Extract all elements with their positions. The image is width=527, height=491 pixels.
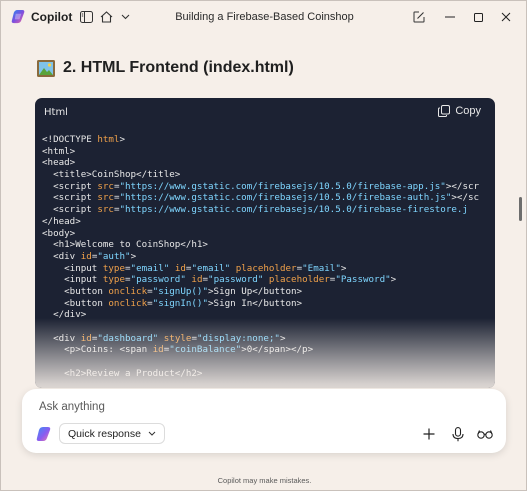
code-token: "https://www.gstatic.com/firebasejs/10.5… [119, 180, 446, 192]
code-line: <div id="auth"> [42, 251, 490, 263]
code-token: <html> [42, 145, 76, 157]
code-token: "password" [130, 274, 186, 286]
heading-text: 2. HTML Frontend (index.html) [63, 59, 294, 76]
section-heading: 2. HTML Frontend (index.html) [37, 59, 294, 77]
close-icon[interactable] [498, 9, 514, 25]
code-token: id [80, 250, 92, 262]
copilot-orb-icon [36, 427, 51, 441]
framed-picture-icon [37, 59, 55, 77]
code-token: > [390, 274, 397, 286]
code-token: > [119, 134, 126, 145]
code-token: id [191, 274, 203, 286]
code-token: src [97, 180, 114, 192]
code-line: <html> [42, 146, 490, 158]
code-line: <h1>Welcome to CoinShop</h1> [42, 239, 490, 251]
code-line: <input type="password" id="password" pla… [42, 274, 490, 286]
maximize-icon[interactable] [470, 9, 486, 25]
disclaimer-note: Copilot may make mistakes. [217, 476, 312, 485]
chevron-down-icon [148, 431, 156, 436]
code-token: <button [42, 297, 109, 309]
code-token: <script [42, 192, 98, 204]
code-line: <body> [42, 228, 490, 240]
code-token: ></scr [445, 180, 480, 192]
compose-icon[interactable] [411, 9, 427, 25]
code-token: "password" [208, 274, 264, 286]
code-token: "email" [130, 262, 170, 274]
code-token: </head> [42, 215, 81, 227]
code-token: "https://www.gstatic.com/firebasejs/10.5… [119, 204, 468, 216]
minimize-icon[interactable] [442, 9, 458, 25]
code-line: <button onclick="signUp()">Sign Up</butt… [42, 286, 490, 298]
code-line: </head> [42, 216, 490, 228]
code-token: "signUp()" [152, 285, 208, 297]
code-token: > [340, 262, 347, 274]
code-token: "signIn()" [152, 297, 208, 309]
code-token: <h1>Welcome to CoinShop</h1> [42, 239, 208, 251]
ask-input[interactable] [39, 398, 479, 416]
copy-label: Copy [455, 105, 481, 117]
code-token: src [97, 204, 114, 216]
copy-button[interactable]: Copy [438, 105, 481, 117]
code-token: placeholder [235, 262, 297, 274]
code-language-label: Html [44, 107, 68, 118]
code-token: type [102, 274, 125, 286]
copy-icon [438, 105, 451, 117]
code-block: Html Copy <!DOCTYPE html> <html> <head> <t… [35, 98, 495, 388]
code-token: "email" [191, 262, 231, 274]
code-token: <!DOCTYPE [42, 134, 98, 145]
code-line: <button onclick="signIn()">Sign In</butt… [42, 298, 490, 310]
code-fade-overlay [35, 318, 495, 388]
code-line: <script src="https://www.gstatic.com/fir… [42, 181, 490, 193]
glasses-icon[interactable] [477, 426, 493, 442]
code-token: <input [42, 262, 103, 274]
code-token: ></sc [451, 192, 480, 204]
code-token: onclick [108, 297, 148, 309]
code-token: <script [42, 204, 98, 216]
code-token: <div [42, 250, 81, 262]
code-line: <!DOCTYPE html> [42, 134, 490, 146]
code-token: <body> [42, 227, 76, 239]
code-line: <title>CoinShop</title> [42, 169, 490, 181]
code-token: <script [42, 180, 98, 192]
composer: Quick response [22, 389, 506, 453]
scrollbar-thumb[interactable] [519, 197, 522, 221]
response-mode-select[interactable]: Quick response [59, 423, 165, 444]
code-token: src [97, 192, 114, 204]
code-token: onclick [108, 285, 148, 297]
code-token: "auth" [97, 250, 131, 262]
code-token: > [130, 250, 137, 262]
title-bar: Copilot Building a Firebase-Based Coinsh… [1, 1, 527, 33]
microphone-icon[interactable] [450, 426, 466, 442]
code-token: type [102, 262, 125, 274]
code-header: Html Copy [35, 98, 495, 126]
code-token: <title>CoinShop</title> [42, 169, 181, 181]
code-line: <script src="https://www.gstatic.com/fir… [42, 204, 490, 216]
code-token: >Sign Up</button> [208, 285, 303, 297]
add-icon[interactable] [421, 426, 437, 442]
code-token: id [174, 262, 186, 274]
code-token: <head> [42, 157, 76, 169]
code-token: <button [42, 285, 109, 297]
code-token: html [97, 134, 120, 145]
code-line: <script src="https://www.gstatic.com/fir… [42, 192, 490, 204]
copilot-window: Copilot Building a Firebase-Based Coinsh… [0, 0, 527, 491]
code-line: <head> [42, 157, 490, 169]
code-token: "Password" [335, 274, 391, 286]
code-line: <input type="email" id="email" placehold… [42, 263, 490, 275]
code-token: "https://www.gstatic.com/firebasejs/10.5… [119, 192, 452, 204]
response-mode-label: Quick response [68, 427, 141, 440]
code-token: <input [42, 274, 103, 286]
code-token: "Email" [302, 262, 341, 274]
code-token: >Sign In</button> [208, 297, 303, 309]
code-token: placeholder [268, 274, 330, 286]
